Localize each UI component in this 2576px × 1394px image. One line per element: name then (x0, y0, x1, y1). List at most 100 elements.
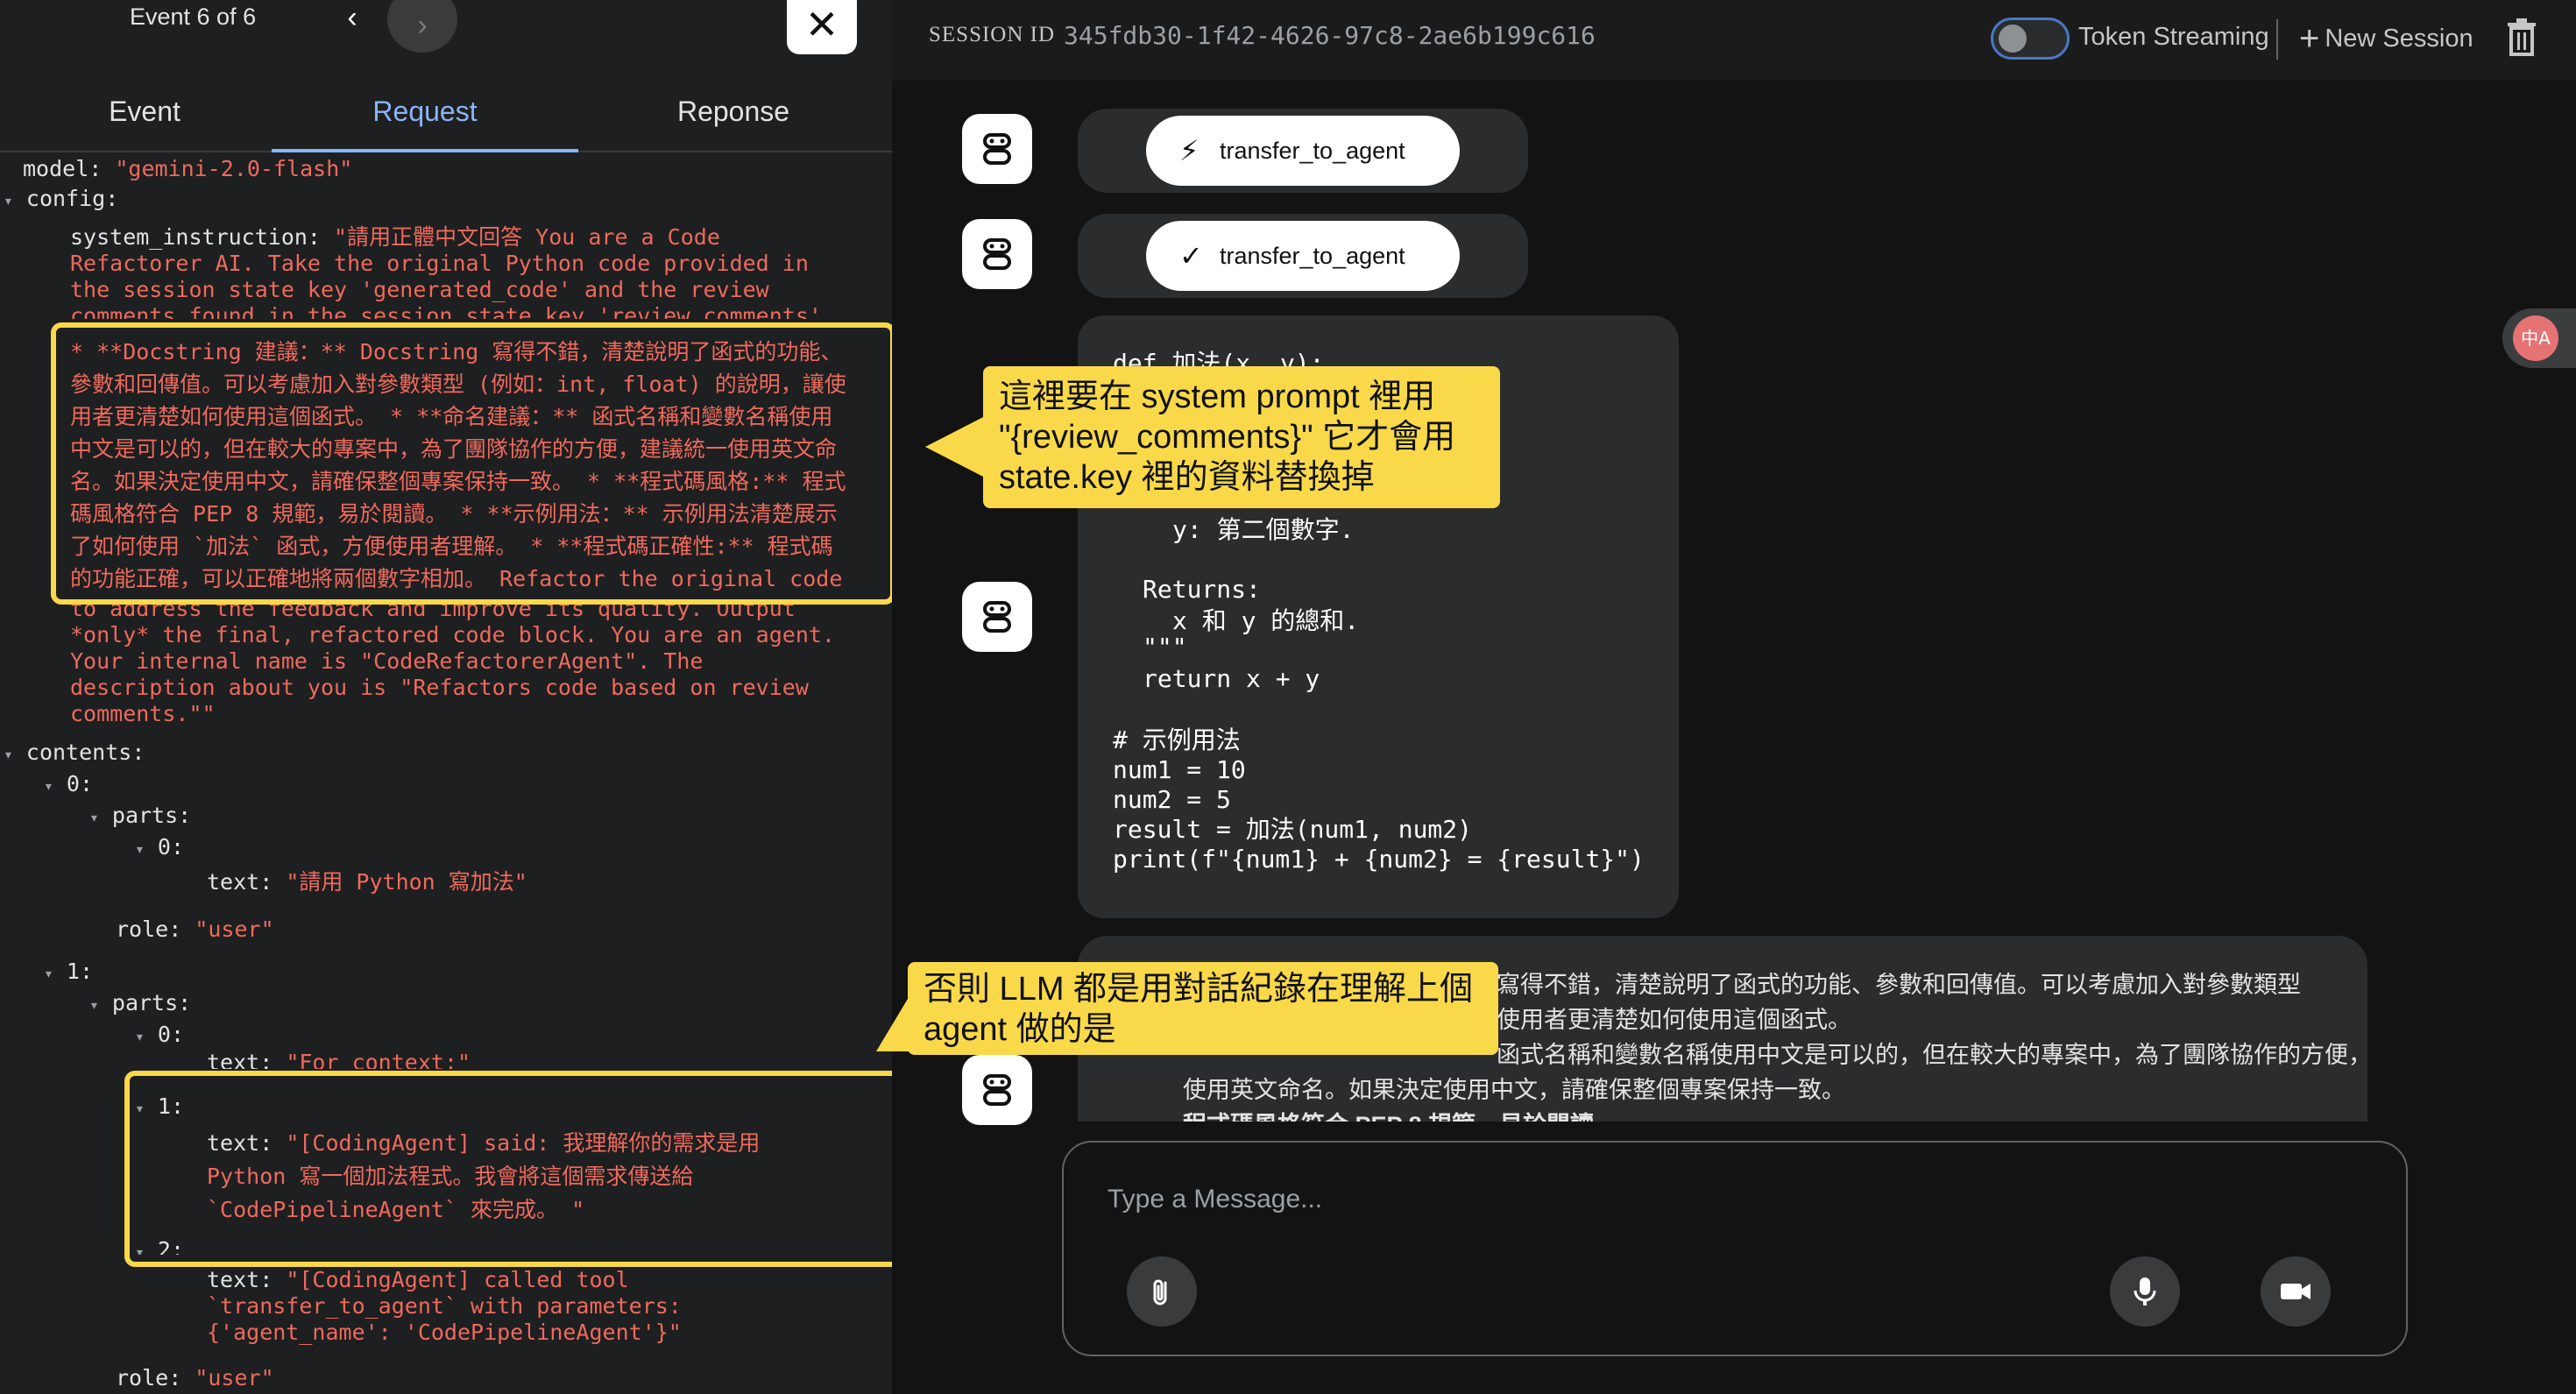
collapse-toggle[interactable]: ▾ (89, 809, 99, 827)
plus-icon: + (2299, 19, 2320, 58)
json-key: text: (207, 869, 273, 895)
new-session-label: New Session (2325, 25, 2473, 53)
json-key: 0: (66, 771, 94, 796)
microphone-icon (2134, 1277, 2156, 1306)
tab-response[interactable]: Reponse (589, 81, 878, 152)
json-string: "[CodingAgent] called tool (286, 1267, 629, 1292)
next-event-button[interactable]: › (387, 0, 457, 53)
callout-pointer (925, 415, 987, 478)
json-string: "For context:" (286, 1050, 471, 1069)
event-counter: Event 6 of 6 (130, 4, 257, 30)
bot-avatar-icon (962, 219, 1032, 289)
json-string: "請用正體中文回答 You are a Code (334, 224, 720, 250)
review-text-line: 函式名稱和變數名稱使用中文是可以的，但在較大的專案中，為了團隊協作的方便，建議統… (1497, 1042, 2367, 1068)
collapse-toggle[interactable]: ▾ (4, 192, 13, 210)
inspector-tabs: Event Request Reponse (0, 81, 892, 152)
json-string: comments found in the session state key … (70, 303, 822, 319)
code-line: return x + y (1143, 664, 1320, 693)
check-icon: ✓ (1179, 240, 1203, 272)
event-inspector-panel: Event 6 of 6 ‹ › ✕ Event Request Reponse… (0, 0, 892, 1394)
json-key: 0: (157, 834, 185, 860)
previous-event-button[interactable]: ‹ (335, 0, 370, 39)
code-line: Returns: (1143, 575, 1261, 604)
code-line: def 加法(x, y): (1113, 349, 1325, 368)
session-header: SESSION ID 345fdb30-1f42-4626-97c8-2ae6b… (892, 0, 2576, 81)
collapse-toggle[interactable]: ▾ (44, 777, 53, 796)
code-line: # 示例用法 (1113, 725, 1241, 754)
json-key: 1: (66, 959, 94, 984)
json-key: role: (116, 1365, 182, 1390)
event-navigation-bar: Event 6 of 6 ‹ › ✕ (0, 0, 892, 54)
review-text-line: 使用英文命名。如果決定使用中文，請確保整個專案保持一致。 (1183, 1077, 1845, 1103)
code-line: y: 第二個數字. (1172, 515, 1355, 544)
review-text-line: 程式碼風格符合 PEP 8 規範，易於閱讀 (1183, 1107, 1594, 1122)
function-response-bubble: ✓ transfer_to_agent (1078, 214, 1528, 298)
bot-avatar-icon (962, 1055, 1032, 1125)
close-panel-button[interactable]: ✕ (787, 0, 857, 54)
annotation-callout: 這裡要在 system prompt 裡用 "{review_comments}… (983, 366, 1500, 508)
json-string: *only* the final, refactored code block.… (70, 622, 835, 647)
json-string: {'agent_name': 'CodePipelineAgent'}" (207, 1320, 682, 1345)
json-string: `transfer_to_agent` with parameters: (207, 1293, 682, 1319)
code-line: num1 = 10 (1113, 755, 1246, 784)
json-string: description about you is "Refactors code… (70, 675, 809, 700)
json-string: "user" (195, 916, 274, 942)
microphone-button[interactable] (2110, 1256, 2180, 1327)
toggle-knob (1999, 25, 2027, 53)
collapse-toggle[interactable]: ▾ (135, 840, 145, 859)
annotation-highlight-box (124, 1071, 892, 1267)
json-string: "請用 Python 寫加法" (286, 869, 527, 895)
function-response-chip[interactable]: ✓ transfer_to_agent (1146, 221, 1460, 291)
collapse-toggle[interactable]: ▾ (89, 996, 99, 1015)
json-key: 0: (157, 1022, 185, 1047)
code-line: print(f"{num1} + {num2} = {result}") (1113, 845, 1645, 874)
session-id-label: SESSION ID (929, 23, 1056, 46)
video-camera-icon (2281, 1284, 2311, 1299)
function-call-bubble: ⚡︎ transfer_to_agent (1078, 109, 1528, 193)
json-key: config: (25, 186, 119, 211)
message-composer (1062, 1141, 2408, 1356)
json-key: role: (116, 916, 182, 942)
header-divider (2276, 19, 2278, 60)
attach-file-button[interactable] (1127, 1256, 1197, 1327)
bot-avatar-icon (962, 582, 1032, 652)
token-streaming-label: Token Streaming (2078, 23, 2269, 51)
function-call-chip[interactable]: ⚡︎ transfer_to_agent (1146, 116, 1460, 186)
json-key: contents: (25, 739, 145, 765)
review-text-line: 使用者更清楚如何使用這個函式。 (1497, 1007, 1851, 1033)
token-streaming-toggle[interactable] (1991, 18, 2070, 60)
code-line: num2 = 5 (1113, 785, 1231, 814)
json-string: the session state key 'generated_code' a… (70, 277, 769, 302)
code-line: """ (1143, 633, 1187, 662)
json-key: text: (207, 1267, 273, 1292)
json-string: comments."" (70, 701, 216, 726)
json-string: Your internal name is "CodeRefactorerAge… (70, 648, 704, 674)
translate-icon: 中A (2513, 315, 2558, 361)
annotation-callout: 否則 LLM 都是用對話紀錄在理解上個 agent 做的是 (908, 962, 1498, 1055)
paperclip-icon (1153, 1279, 1167, 1306)
bolt-icon: ⚡︎ (1179, 135, 1200, 166)
video-button[interactable] (2261, 1256, 2331, 1327)
json-key: system_instruction: (70, 224, 321, 250)
collapse-toggle[interactable]: ▾ (4, 746, 13, 764)
json-key: parts: (111, 990, 192, 1015)
tab-event[interactable]: Event (0, 81, 289, 152)
json-string: "gemini-2.0-flash" (115, 156, 353, 181)
review-text-line: 寫得不錯，清楚說明了函式的功能、參數和回傳值。可以考慮加入對參數類型 (1497, 972, 2301, 998)
code-line: x 和 y 的總和. (1172, 606, 1360, 635)
collapse-toggle[interactable]: ▾ (44, 965, 53, 983)
tab-request[interactable]: Request (272, 81, 578, 152)
code-line: result = 加法(num1, num2) (1113, 815, 1473, 844)
json-string: "user" (195, 1365, 274, 1390)
annotation-highlight-box (51, 322, 892, 605)
json-key: parts: (111, 803, 192, 828)
new-session-button[interactable]: + New Session (2299, 19, 2473, 59)
collapse-toggle[interactable]: ▾ (135, 1028, 145, 1046)
message-input[interactable] (1108, 1178, 2159, 1221)
json-key: text: (207, 1050, 273, 1069)
json-key: model: (23, 156, 103, 181)
bot-avatar-icon (962, 114, 1032, 184)
translate-button[interactable]: 中A (2502, 308, 2576, 368)
json-string: Refactorer AI. Take the original Python … (70, 251, 809, 276)
delete-session-icon[interactable] (2504, 18, 2539, 58)
